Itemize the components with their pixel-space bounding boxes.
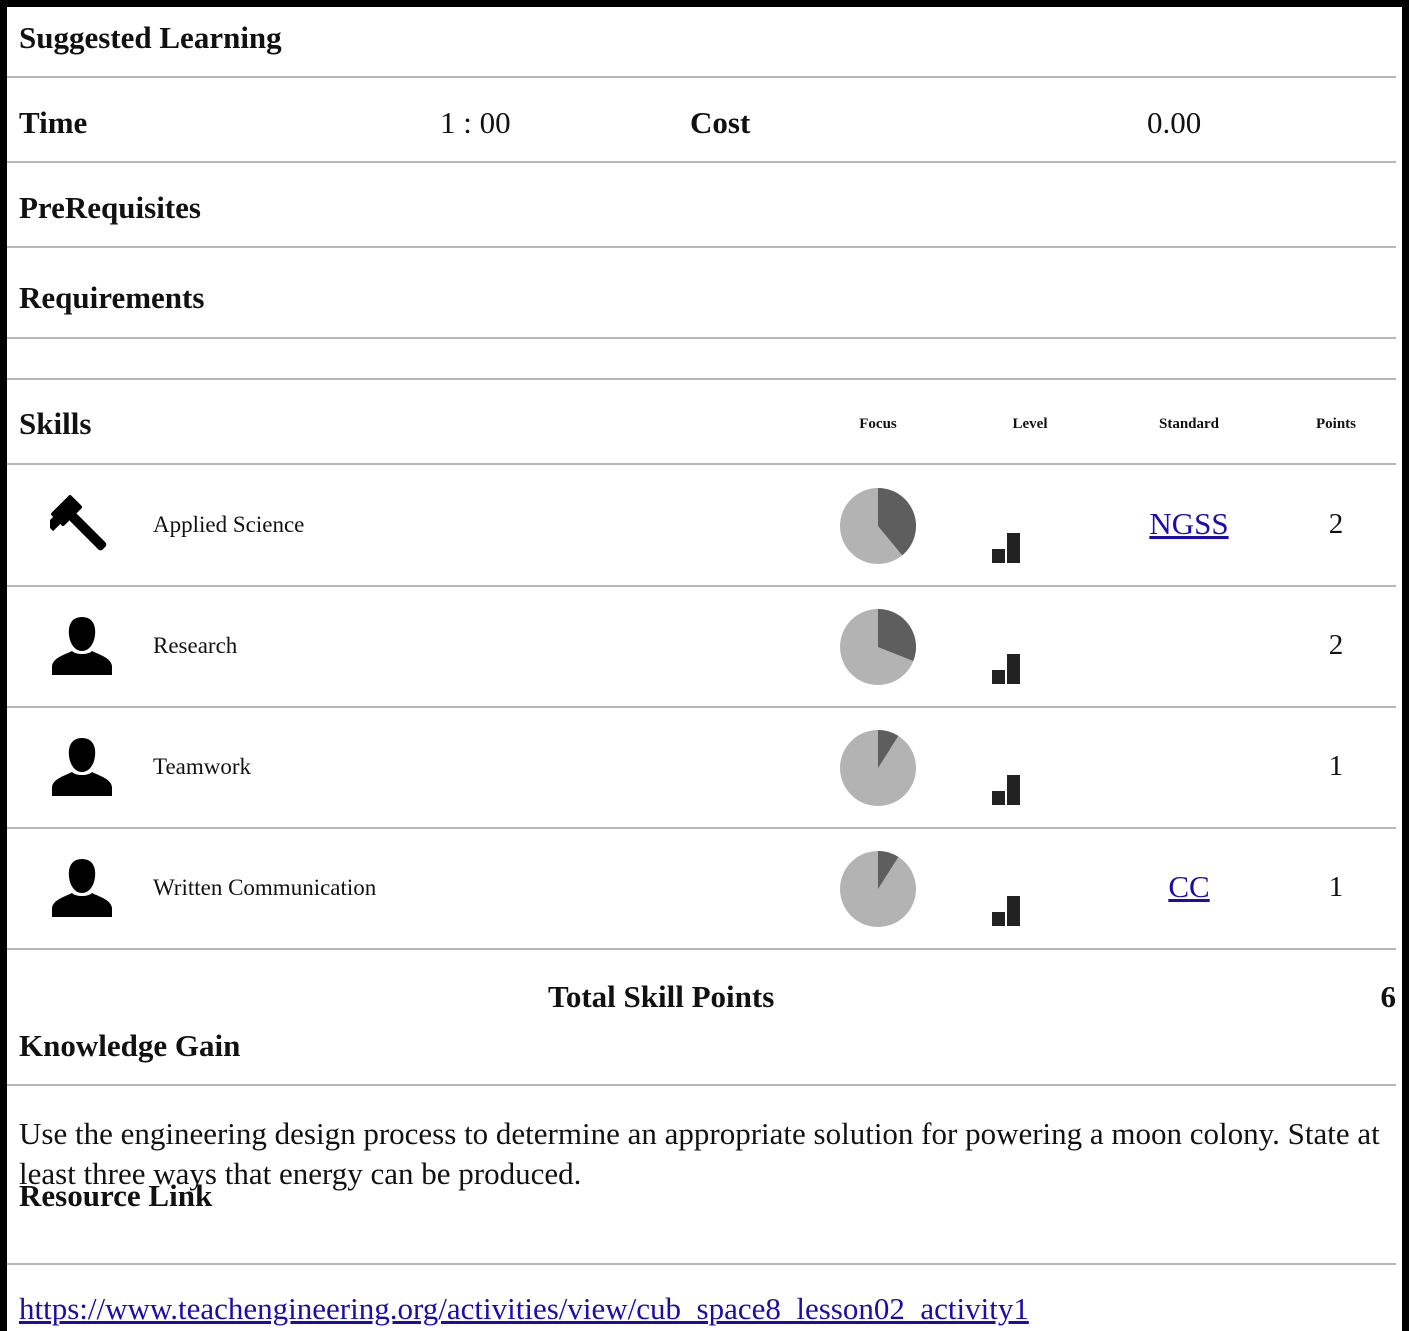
skills-heading: Skills (19, 406, 92, 441)
level-indicator (992, 771, 1024, 805)
divider (7, 161, 1396, 163)
requirements-heading: Requirements (19, 280, 205, 315)
divider (7, 246, 1396, 248)
divider (7, 76, 1396, 78)
skill-name: Teamwork (153, 754, 252, 779)
section-title-suggested-learning: Suggested Learning (19, 20, 282, 55)
level-indicator (992, 650, 1024, 684)
level-indicator (992, 529, 1024, 563)
divider (7, 585, 1396, 587)
divider (7, 378, 1396, 380)
cost-value: 0.00 (1147, 105, 1202, 140)
standard-link[interactable]: CC (1119, 869, 1259, 905)
person-icon (50, 857, 114, 919)
resource-link-heading: Resource Link (19, 1178, 213, 1213)
level-bar (992, 549, 1005, 563)
column-header-focus: Focus (859, 416, 897, 432)
total-skill-points-value: 6 (1380, 979, 1397, 1014)
column-header-standard: Standard (1158, 416, 1220, 432)
divider (7, 948, 1396, 950)
level-bar (1007, 654, 1020, 684)
skill-name: Applied Science (153, 512, 305, 537)
level-bar (1007, 896, 1020, 926)
divider (7, 706, 1396, 708)
total-skill-points-label: Total Skill Points (548, 979, 775, 1014)
focus-pie (838, 486, 918, 566)
divider (7, 337, 1396, 339)
knowledge-gain-heading: Knowledge Gain (19, 1028, 241, 1063)
column-header-level: Level (1012, 416, 1048, 432)
hammer-icon (50, 484, 114, 570)
level-bar (1007, 775, 1020, 805)
person-icon (50, 615, 114, 677)
focus-pie (838, 607, 918, 687)
focus-pie (838, 728, 918, 808)
person-icon (50, 736, 114, 798)
skill-points: 1 (1328, 750, 1344, 782)
level-bar (1007, 533, 1020, 563)
skill-name: Written Communication (153, 875, 377, 900)
resource-link[interactable]: https://www.teachengineering.org/activit… (19, 1291, 1029, 1327)
skill-points: 2 (1328, 629, 1344, 661)
cost-label: Cost (690, 105, 751, 140)
level-bar (992, 791, 1005, 805)
level-bar (992, 670, 1005, 684)
skill-name: Research (153, 633, 238, 658)
skill-points: 1 (1328, 871, 1344, 903)
divider (7, 827, 1396, 829)
time-value: 1 : 00 (440, 105, 511, 140)
knowledge-gain-text: Use the engineering design process to de… (19, 1116, 1380, 1191)
prerequisites-heading: PreRequisites (19, 190, 201, 225)
divider (7, 1084, 1396, 1086)
column-header-points: Points (1315, 416, 1356, 432)
focus-pie (838, 849, 918, 929)
skill-points: 2 (1328, 508, 1344, 540)
standard-link[interactable]: NGSS (1119, 506, 1259, 542)
time-label: Time (19, 105, 88, 140)
level-bar (992, 912, 1005, 926)
level-indicator (992, 892, 1024, 926)
divider (7, 1263, 1396, 1265)
divider (7, 463, 1396, 465)
